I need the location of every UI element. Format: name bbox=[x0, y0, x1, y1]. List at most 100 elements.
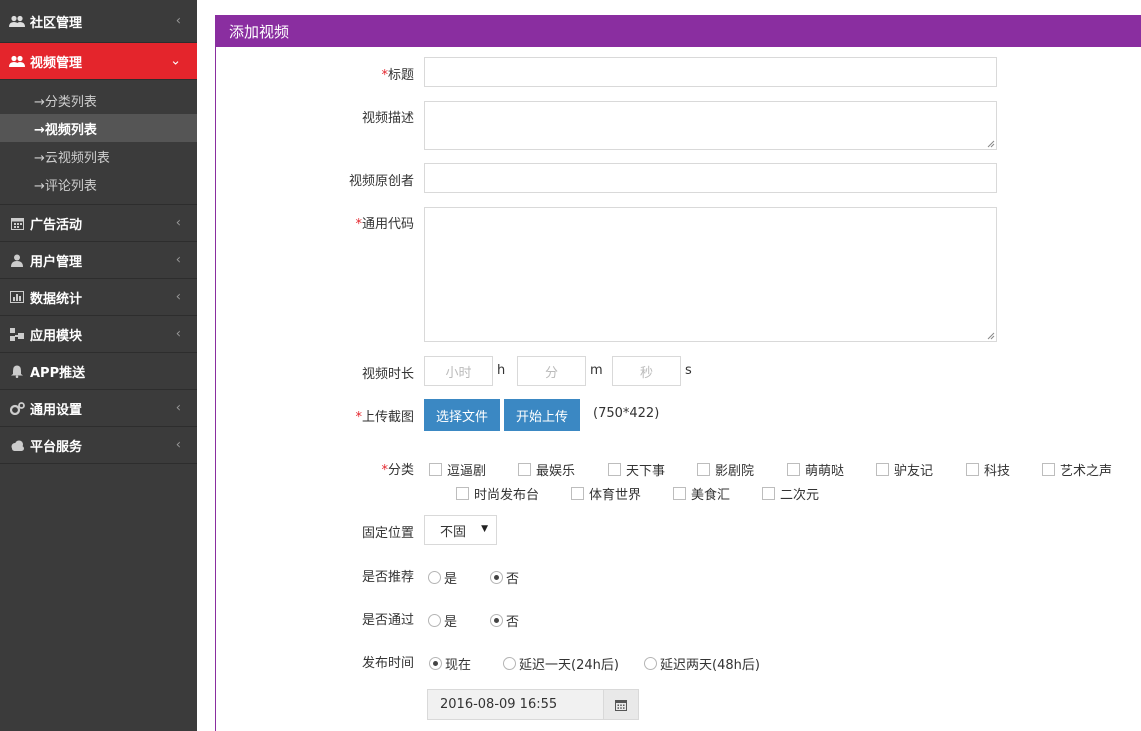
recommend-no-radio[interactable]: 否 bbox=[490, 568, 519, 587]
subitem-category-list[interactable]: →分类列表 bbox=[0, 86, 197, 114]
description-textarea[interactable] bbox=[424, 101, 997, 150]
recommend-yes-radio[interactable]: 是 bbox=[428, 568, 457, 587]
category-checkbox[interactable]: 二次元 bbox=[762, 484, 819, 503]
author-label: 视频原创者 bbox=[348, 174, 414, 189]
publish-now-radio[interactable]: 现在 bbox=[429, 654, 471, 673]
calendar-icon bbox=[9, 216, 25, 230]
code-label: *通用代码 bbox=[355, 217, 414, 232]
hour-input[interactable]: 小时 bbox=[424, 356, 493, 386]
cloud-icon bbox=[9, 438, 25, 452]
publish-label: 发布时间 bbox=[361, 656, 414, 671]
sidebar-item-stats[interactable]: 数据统计 ‹ bbox=[0, 279, 197, 316]
category-checkbox[interactable]: 时尚发布台 bbox=[456, 484, 539, 503]
category-checkbox[interactable]: 萌萌哒 bbox=[787, 460, 844, 479]
user-icon bbox=[9, 253, 25, 267]
category-checkbox[interactable]: 最娱乐 bbox=[518, 460, 575, 479]
category-row: *分类 逗逼剧 最娱乐 天下事 影剧院 萌萌哒 驴友记 科技 艺术之声 时尚发布… bbox=[216, 458, 1141, 508]
sidebar-item-label: 视频管理 bbox=[30, 55, 83, 71]
sidebar-item-label: 社区管理 bbox=[30, 15, 83, 31]
chevron-left-icon: ‹ bbox=[175, 437, 181, 453]
cogs-icon bbox=[9, 401, 25, 415]
chevron-down-icon: ⌄ bbox=[170, 53, 181, 69]
users-icon bbox=[9, 54, 25, 68]
minute-input[interactable]: 分 bbox=[517, 356, 586, 386]
sidebar-item-label: 数据统计 bbox=[30, 291, 83, 307]
calendar-icon[interactable] bbox=[603, 690, 638, 719]
duration-row: 视频时长 小时 h 分 m 秒 s bbox=[216, 356, 1141, 386]
category-checkbox[interactable]: 美食汇 bbox=[673, 484, 730, 503]
chevron-left-icon: ‹ bbox=[175, 13, 181, 29]
code-row: *通用代码 bbox=[216, 207, 1141, 342]
approve-no-radio[interactable]: 否 bbox=[490, 611, 519, 630]
panel-title: 添加视频 bbox=[216, 15, 1141, 47]
description-row: 视频描述 bbox=[216, 101, 1141, 150]
sidebar-item-label: APP推送 bbox=[30, 365, 86, 381]
title-row: *标题 bbox=[216, 57, 1141, 87]
author-row: 视频原创者 bbox=[216, 163, 1141, 193]
category-checkbox[interactable]: 艺术之声 bbox=[1042, 460, 1112, 479]
publish-row: 发布时间 现在 延迟一天(24h后) 延迟两天(48h后) bbox=[216, 652, 1141, 673]
approve-row: 是否通过 是 否 bbox=[216, 609, 1141, 630]
publish-2day-radio[interactable]: 延迟两天(48h后) bbox=[644, 654, 760, 673]
publish-1day-radio[interactable]: 延迟一天(24h后) bbox=[503, 654, 619, 673]
upload-label: *上传截图 bbox=[355, 410, 414, 425]
publish-datetime-picker[interactable]: 2016-08-09 16:55 bbox=[427, 689, 639, 720]
subitem-cloud-video-list[interactable]: →云视频列表 bbox=[0, 142, 197, 170]
publish-datetime-value[interactable]: 2016-08-09 16:55 bbox=[428, 690, 603, 719]
position-select[interactable]: 不固 ▼ bbox=[424, 515, 497, 545]
sidebar: 社区管理 ‹ 视频管理 ⌄ →分类列表 →视频列表 →云视频列表 →评论列表 广… bbox=[0, 0, 197, 731]
title-input[interactable] bbox=[424, 57, 997, 87]
sidebar-item-label: 用户管理 bbox=[30, 254, 83, 270]
chevron-left-icon: ‹ bbox=[175, 252, 181, 268]
category-checkbox[interactable]: 体育世界 bbox=[571, 484, 641, 503]
category-checkbox[interactable]: 驴友记 bbox=[876, 460, 933, 479]
sidebar-item-app-push[interactable]: APP推送 bbox=[0, 353, 197, 390]
bell-icon bbox=[9, 364, 25, 378]
sidebar-item-settings[interactable]: 通用设置 ‹ bbox=[0, 390, 197, 427]
minute-unit: m bbox=[590, 363, 603, 378]
subitem-comment-list[interactable]: →评论列表 bbox=[0, 170, 197, 198]
category-checkbox[interactable]: 天下事 bbox=[608, 460, 665, 479]
code-textarea[interactable] bbox=[424, 207, 997, 342]
resize-handle-icon[interactable] bbox=[987, 140, 995, 148]
sidebar-item-community[interactable]: 社区管理 ‹ bbox=[0, 0, 197, 43]
sidebar-item-video[interactable]: 视频管理 ⌄ bbox=[0, 43, 197, 80]
category-checkbox[interactable]: 科技 bbox=[966, 460, 1010, 479]
users-icon bbox=[9, 14, 25, 28]
sidebar-item-modules[interactable]: 应用模块 ‹ bbox=[0, 316, 197, 353]
second-input[interactable]: 秒 bbox=[612, 356, 681, 386]
sitemap-icon bbox=[9, 327, 25, 341]
sidebar-item-label: 平台服务 bbox=[30, 439, 83, 455]
second-unit: s bbox=[685, 363, 692, 378]
recommend-label: 是否推荐 bbox=[361, 570, 414, 585]
approve-yes-radio[interactable]: 是 bbox=[428, 611, 457, 630]
position-row: 固定位置 不固 ▼ bbox=[216, 515, 1141, 545]
image-size-hint: (750*422) bbox=[593, 406, 660, 421]
recommend-row: 是否推荐 是 否 bbox=[216, 566, 1141, 587]
category-checkbox[interactable]: 影剧院 bbox=[697, 460, 754, 479]
approve-label: 是否通过 bbox=[361, 613, 414, 628]
start-upload-button[interactable]: 开始上传 bbox=[504, 399, 580, 431]
category-label: *分类 bbox=[381, 463, 414, 478]
duration-label: 视频时长 bbox=[361, 367, 414, 382]
chevron-left-icon: ‹ bbox=[175, 400, 181, 416]
sidebar-item-label: 应用模块 bbox=[30, 328, 83, 344]
chevron-left-icon: ‹ bbox=[175, 289, 181, 305]
description-label: 视频描述 bbox=[361, 111, 414, 126]
sidebar-item-ads[interactable]: 广告活动 ‹ bbox=[0, 205, 197, 242]
upload-row: *上传截图 选择文件 开始上传 (750*422) bbox=[216, 399, 1141, 431]
sidebar-item-label: 通用设置 bbox=[30, 402, 83, 418]
category-checkbox[interactable]: 逗逼剧 bbox=[429, 460, 486, 479]
subitem-video-list[interactable]: →视频列表 bbox=[0, 114, 197, 142]
sidebar-item-label: 广告活动 bbox=[30, 217, 83, 233]
resize-handle-icon[interactable] bbox=[987, 332, 995, 340]
chevron-left-icon: ‹ bbox=[175, 326, 181, 342]
author-input[interactable] bbox=[424, 163, 997, 193]
sidebar-item-platform[interactable]: 平台服务 ‹ bbox=[0, 427, 197, 464]
position-label: 固定位置 bbox=[361, 526, 414, 541]
sidebar-item-users[interactable]: 用户管理 ‹ bbox=[0, 242, 197, 279]
caret-down-icon: ▼ bbox=[481, 524, 488, 534]
choose-file-button[interactable]: 选择文件 bbox=[424, 399, 500, 431]
title-label: *标题 bbox=[381, 68, 414, 83]
hour-unit: h bbox=[497, 363, 506, 378]
